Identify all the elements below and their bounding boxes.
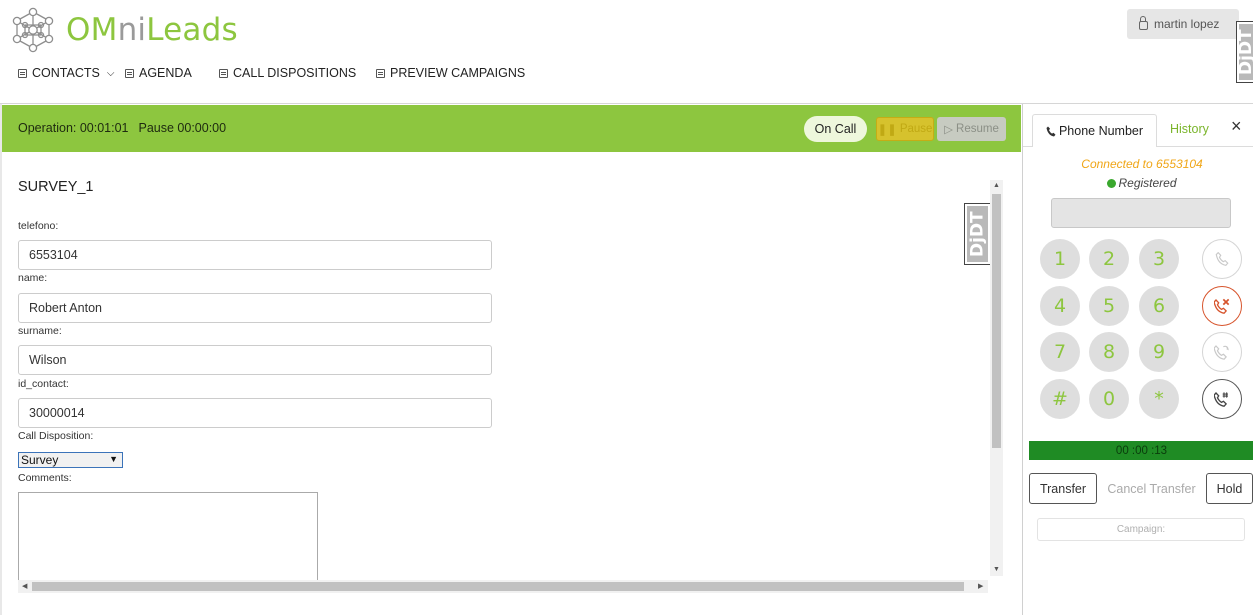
resume-button-label: Resume [956,123,999,135]
dialpad-key-3[interactable]: 3 [1139,239,1179,279]
dialpad-key-8[interactable]: 8 [1089,332,1129,372]
cancel-transfer-button[interactable]: Cancel Transfer [1098,473,1205,504]
status-timers: Operation: 00:01:01 Pause 00:00:00 [18,121,226,135]
chevron-down-icon: ⌵ [106,67,115,79]
redial-icon [1214,345,1229,360]
name-label: name: [18,272,48,284]
comments-textarea[interactable] [18,492,318,582]
dialpad-key-1[interactable]: 1 [1040,239,1080,279]
play-icon: ▷ [944,124,954,136]
dropdown-arrow-icon: ▼ [109,454,118,464]
telefono-field[interactable]: 6553104 [18,240,492,270]
call-button[interactable] [1202,239,1242,279]
scroll-left-icon[interactable]: ◀ [22,582,27,590]
call-disposition-value: Survey [21,453,59,467]
horizontal-scroll-thumb[interactable] [32,582,964,591]
phone-panel: Phone Number History × Connected to 6553… [1022,104,1253,615]
scroll-right-icon[interactable]: ▶ [978,582,983,590]
brand-ni: ni [117,12,147,48]
dialpad-key-0[interactable]: 0 [1089,379,1129,419]
call-disposition-select[interactable]: Survey ▼ [18,452,123,468]
dialpad-key-star[interactable]: * [1139,379,1179,419]
book-icon [18,68,27,78]
dialpad-key-5[interactable]: 5 [1089,286,1129,326]
nav-agenda-label: AGENDA [139,66,192,80]
brand-om: OM [66,12,118,48]
resume-button[interactable]: ▷ Resume [937,117,1006,141]
dialpad-key-9[interactable]: 9 [1139,332,1179,372]
nav-call-dispositions-label: CALL DISPOSITIONS [233,66,357,80]
scroll-up-icon[interactable]: ▲ [993,182,1000,189]
pause-icon: ❚❚ [877,124,897,136]
phone-icon [1046,126,1056,136]
transfer-button[interactable]: Transfer [1029,473,1097,504]
campaign-field: Campaign: [1037,518,1245,541]
logo-network-icon [12,7,54,53]
registration-label: Registered [1118,176,1177,190]
id-contact-label: id_contact: [18,378,69,390]
dtmf-button[interactable] [1202,379,1242,419]
id-contact-field[interactable]: 30000014 [18,398,492,428]
call-timer: 00 :00 :13 [1029,441,1253,460]
vertical-scroll-thumb[interactable] [992,194,1001,448]
nav-preview-campaigns-label: PREVIEW CAMPAIGNS [390,66,526,80]
tab-phone-number[interactable]: Phone Number [1032,114,1157,147]
user-menu-button[interactable]: martin lopez [1127,9,1239,39]
nav-contacts[interactable]: CONTACTS ⌵ [18,66,114,80]
list-icon [376,68,385,78]
tab-divider [1157,146,1253,147]
registration-status: Registered [1023,176,1253,190]
surname-field[interactable]: Wilson [18,345,492,375]
form-title: SURVEY_1 [18,179,94,195]
nav-agenda[interactable]: AGENDA [125,66,192,80]
tab-history[interactable]: History [1170,122,1209,136]
surname-label: surname: [18,325,62,337]
tab-divider [1023,146,1032,147]
redial-button[interactable] [1202,332,1242,372]
hangup-icon [1214,298,1230,314]
dialpad-key-4[interactable]: 4 [1040,286,1080,326]
pause-timer: Pause 00:00:00 [138,121,227,135]
comments-label: Comments: [18,472,72,484]
brand-name: OMniLeads [66,12,238,48]
nav-contacts-label: CONTACTS [32,66,100,80]
registered-dot-icon [1107,178,1117,188]
pause-button-label: Pause [899,123,933,135]
hold-button[interactable]: Hold [1206,473,1253,504]
header: OMniLeads CONTACTS ⌵ AGENDA CALL DISPOSI… [0,0,1253,104]
dtmf-icon [1214,392,1228,407]
pause-button[interactable]: ❚❚ Pause [876,117,934,141]
call-icon [1215,252,1229,266]
calendar-icon [125,68,134,78]
call-disposition-label: Call Disposition: [18,430,94,442]
dial-number-input[interactable] [1051,198,1231,228]
agent-status-bar: Operation: 00:01:01 Pause 00:00:00 On Cal… [2,105,1021,152]
checklist-icon [219,68,228,78]
tab-phone-number-label: Phone Number [1058,124,1144,138]
lock-icon [1139,16,1148,30]
debug-toolbar-form-tab[interactable]: DjDT [964,203,991,265]
dialpad-key-2[interactable]: 2 [1089,239,1129,279]
brand-leads: Leads [146,12,238,48]
nav-call-dispositions[interactable]: CALL DISPOSITIONS [219,66,356,80]
close-icon[interactable]: × [1231,116,1242,137]
vertical-scrollbar[interactable]: ▲ ▼ [990,180,1003,576]
dialpad-key-7[interactable]: 7 [1040,332,1080,372]
name-field[interactable]: Robert Anton [18,293,492,323]
debug-toolbar-tab[interactable]: DjDT [1236,21,1253,83]
on-call-badge: On Call [804,116,867,142]
horizontal-scrollbar[interactable]: ◀ ▶ [18,580,988,593]
scroll-down-icon[interactable]: ▼ [993,566,1000,573]
dialpad-key-6[interactable]: 6 [1139,286,1179,326]
dialpad-key-hash[interactable]: # [1040,379,1080,419]
operation-timer: Operation: 00:01:01 [18,121,129,135]
telefono-label: telefono: [18,220,59,232]
nav-preview-campaigns[interactable]: PREVIEW CAMPAIGNS [376,66,525,80]
user-name: martin lopez [1154,17,1220,31]
connection-status: Connected to 6553104 [1081,157,1203,171]
contact-form-panel: SURVEY_1 telefono: 6553104 name: Robert … [2,152,1021,615]
hangup-button[interactable] [1202,286,1242,326]
